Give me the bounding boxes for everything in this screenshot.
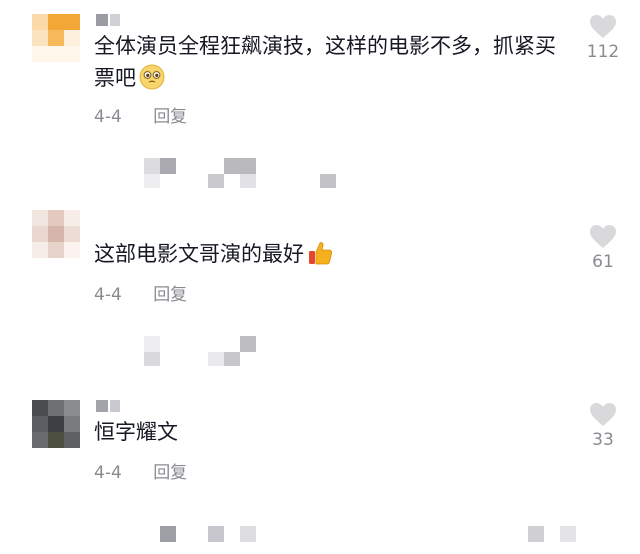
like-count: 33 xyxy=(592,430,614,450)
pixelated-reply-preview xyxy=(0,526,640,546)
pixelated-reply-preview xyxy=(0,336,640,368)
like-button[interactable]: 61 xyxy=(583,224,623,272)
avatar[interactable] xyxy=(32,400,80,448)
comment-meta: 4-4 回复 xyxy=(94,280,187,305)
heart-icon xyxy=(590,15,616,38)
username-pixelated[interactable] xyxy=(96,14,144,26)
pleading-face-icon xyxy=(139,64,165,90)
comment-date: 4-4 xyxy=(94,285,122,305)
heart-icon xyxy=(590,403,616,426)
reply-button[interactable]: 回复 xyxy=(153,280,187,305)
avatar[interactable] xyxy=(32,210,80,258)
reply-button[interactable]: 回复 xyxy=(153,458,187,483)
heart-icon xyxy=(590,225,616,248)
thumbs-up-icon xyxy=(307,240,333,266)
pixelated-reply-preview xyxy=(0,158,640,192)
comment-text: 这部电影文哥演的最好 xyxy=(94,238,564,270)
avatar[interactable] xyxy=(32,14,80,62)
comment-meta: 4-4 回复 xyxy=(94,458,187,483)
comment-date: 4-4 xyxy=(94,107,122,127)
like-count: 61 xyxy=(592,252,614,272)
comment-text: 恒字耀文 xyxy=(94,420,178,444)
comment-date: 4-4 xyxy=(94,463,122,483)
comment-meta: 4-4 回复 xyxy=(94,102,187,127)
like-count: 112 xyxy=(586,42,620,62)
username-pixelated[interactable] xyxy=(96,400,144,412)
like-button[interactable]: 33 xyxy=(583,402,623,450)
reply-button[interactable]: 回复 xyxy=(153,102,187,127)
comment-text: 全体演员全程狂飙演技，这样的电影不多，抓紧买票吧 xyxy=(94,34,556,90)
like-button[interactable]: 112 xyxy=(583,14,623,62)
